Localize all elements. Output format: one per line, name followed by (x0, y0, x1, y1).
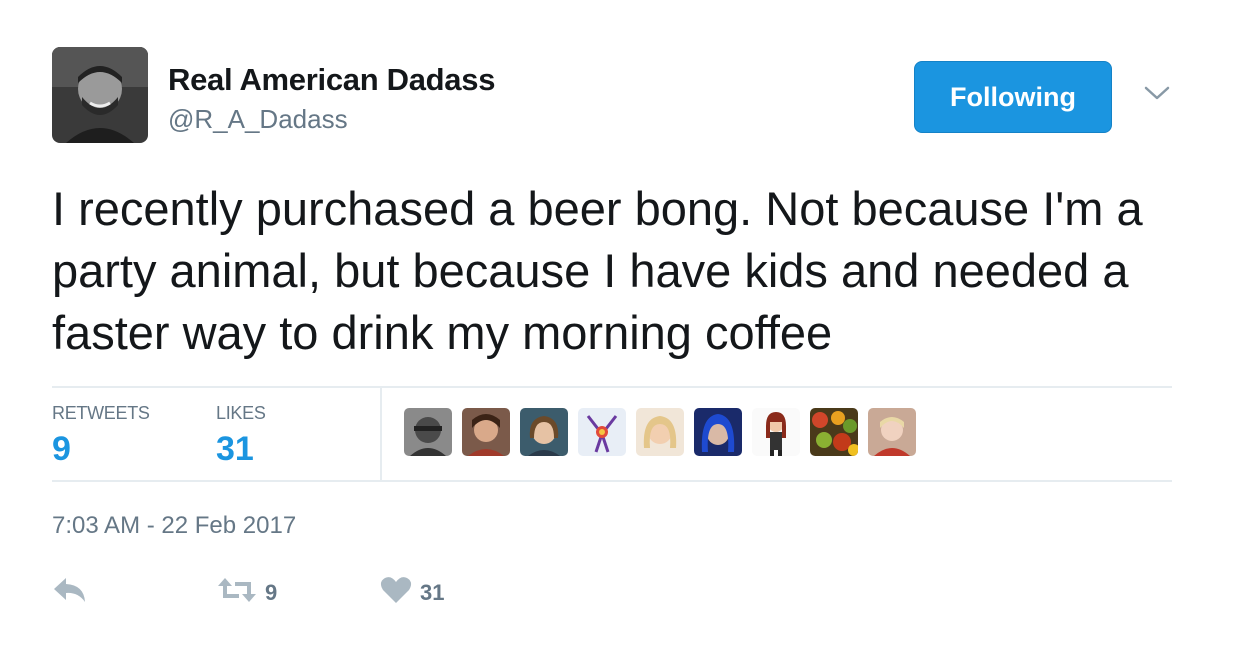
heart-icon (380, 576, 412, 609)
stats-divider-bottom (52, 480, 1172, 482)
stats-divider-vertical (380, 388, 382, 480)
tweet-text: I recently purchased a beer bong. Not be… (52, 182, 1143, 359)
liker-avatar[interactable] (462, 408, 510, 456)
liker-avatar[interactable] (694, 408, 742, 456)
liker-avatar[interactable] (636, 408, 684, 456)
liker-avatar[interactable] (810, 408, 858, 456)
like-action-count: 31 (420, 579, 445, 605)
retweet-button[interactable]: 9 (217, 576, 277, 609)
liker-avatar[interactable] (520, 408, 568, 456)
liker-avatar[interactable] (868, 408, 916, 456)
author-avatar[interactable] (52, 47, 148, 143)
liker-avatar[interactable] (404, 408, 452, 456)
retweets-count[interactable]: 9 (52, 430, 71, 469)
retweet-action-count: 9 (265, 579, 278, 605)
following-button[interactable]: Following (914, 61, 1112, 133)
liker-avatar[interactable] (578, 408, 626, 456)
retweet-icon (217, 576, 257, 609)
likes-count[interactable]: 31 (216, 430, 254, 469)
liker-avatars (404, 408, 916, 456)
like-button[interactable]: 31 (380, 576, 444, 609)
liker-avatar[interactable] (752, 408, 800, 456)
reply-button[interactable] (52, 576, 88, 609)
likes-label[interactable]: LIKES (216, 403, 266, 424)
chevron-down-icon[interactable] (1142, 82, 1172, 104)
tweet-timestamp[interactable]: 7:03 AM - 22 Feb 2017 (52, 512, 296, 540)
author-handle[interactable]: @R_A_Dadass (168, 104, 348, 135)
reply-icon (52, 576, 88, 609)
retweets-label[interactable]: RETWEETS (52, 403, 150, 424)
author-name[interactable]: Real American Dadass (168, 62, 495, 98)
stats-divider-top (52, 386, 1172, 388)
